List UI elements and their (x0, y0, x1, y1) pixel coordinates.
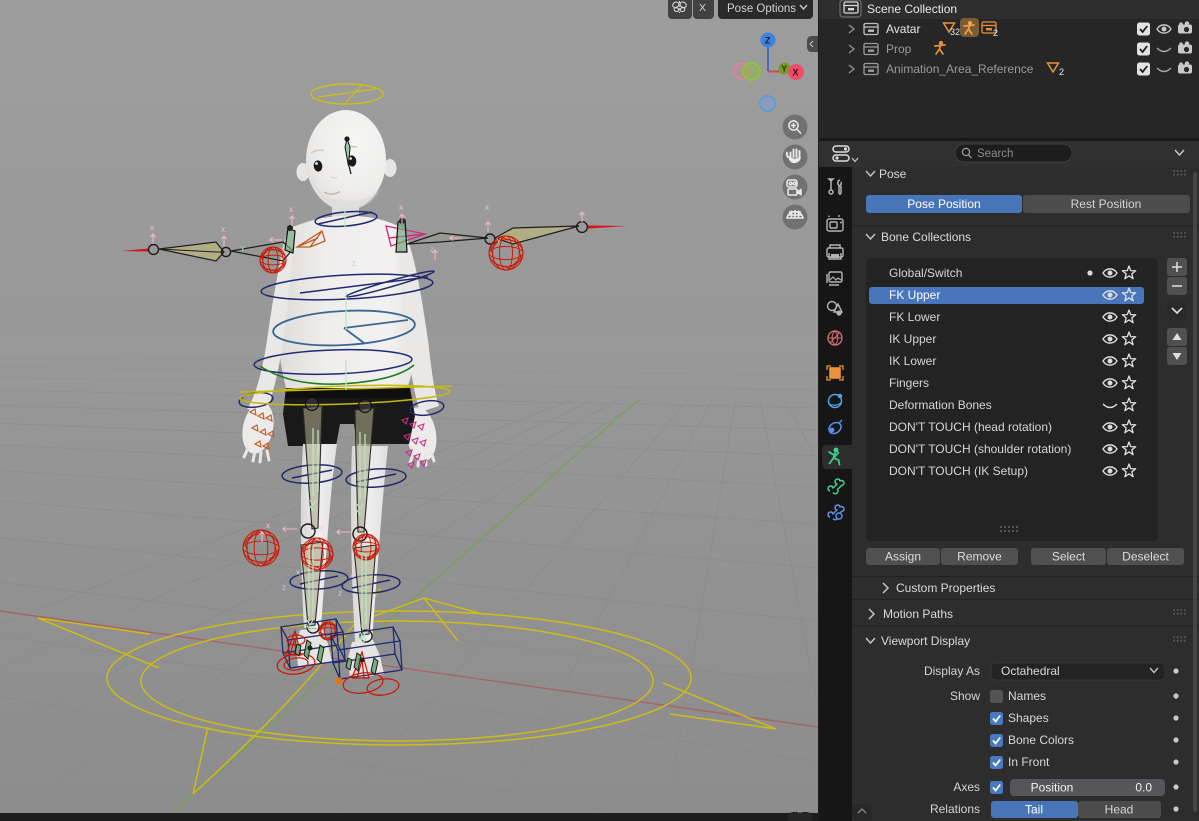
svg-text:Tail: Tail (1025, 803, 1043, 817)
svg-text:Y: Y (359, 635, 365, 644)
svg-text:z: z (352, 259, 356, 268)
svg-text:Display As: Display As (924, 664, 980, 678)
svg-text:2: 2 (1059, 67, 1064, 77)
svg-text:x: x (350, 571, 354, 580)
svg-text:Remove: Remove (957, 550, 1002, 564)
svg-text:DON'T TOUCH (head rotation): DON'T TOUCH (head rotation) (889, 420, 1052, 434)
svg-text:Y: Y (358, 509, 364, 518)
svg-text:Viewport Display: Viewport Display (881, 634, 970, 648)
svg-text:Select: Select (1052, 550, 1086, 564)
svg-text:Motion Paths: Motion Paths (883, 607, 953, 621)
svg-text:Rest Position: Rest Position (1071, 197, 1142, 211)
svg-text:FK Upper: FK Upper (889, 288, 940, 302)
svg-text:X: X (699, 2, 706, 14)
svg-text:Fingers: Fingers (889, 376, 929, 390)
svg-text:x: x (320, 523, 324, 532)
svg-text:x: x (266, 521, 270, 530)
svg-text:x: x (399, 203, 403, 212)
svg-text:Shapes: Shapes (1008, 711, 1049, 725)
svg-text:Octahedral: Octahedral (1001, 664, 1060, 678)
svg-text:Show: Show (950, 689, 980, 703)
svg-text:Search: Search (977, 148, 1013, 160)
svg-text:z: z (338, 589, 342, 598)
svg-text:32: 32 (950, 27, 960, 37)
svg-text:Names: Names (1008, 689, 1046, 703)
svg-text:x: x (485, 203, 489, 212)
svg-text:x: x (296, 568, 300, 577)
svg-text:DON'T TOUCH (shoulder rotation: DON'T TOUCH (shoulder rotation) (889, 442, 1071, 456)
svg-text:Y: Y (496, 237, 502, 246)
svg-text:Deformation Bones: Deformation Bones (889, 398, 992, 412)
svg-text:Deselect: Deselect (1122, 550, 1169, 564)
svg-text:x: x (289, 205, 293, 214)
svg-text:X: X (793, 68, 799, 78)
svg-text:Custom Properties: Custom Properties (896, 581, 995, 595)
svg-text:x: x (150, 223, 154, 232)
svg-text:Y: Y (240, 245, 246, 254)
svg-text:Animation_Area_Reference: Animation_Area_Reference (886, 62, 1034, 76)
svg-text:0.0: 0.0 (1135, 781, 1152, 795)
svg-text:DON'T TOUCH (IK Setup): DON'T TOUCH (IK Setup) (889, 464, 1028, 478)
svg-text:IK Upper: IK Upper (889, 332, 936, 346)
svg-text:Head: Head (1105, 803, 1134, 817)
svg-text:Avatar: Avatar (886, 22, 920, 36)
svg-text:Assign: Assign (885, 550, 921, 564)
svg-text:Y: Y (311, 505, 317, 514)
svg-text:Pose Position: Pose Position (907, 197, 980, 211)
svg-text:2: 2 (993, 28, 998, 38)
svg-text:Y: Y (782, 65, 788, 74)
svg-text:IK Lower: IK Lower (889, 354, 936, 368)
svg-text:Y: Y (306, 623, 312, 632)
svg-text:Bone Colors: Bone Colors (1008, 733, 1074, 747)
svg-text:Axes: Axes (953, 780, 980, 794)
svg-text:Pose: Pose (879, 167, 907, 181)
svg-text:Scene Collection: Scene Collection (867, 2, 957, 16)
svg-text:z: z (430, 245, 434, 254)
svg-text:Global/Switch: Global/Switch (889, 266, 962, 280)
svg-text:Position: Position (1031, 781, 1074, 795)
svg-text:Bone Collections: Bone Collections (881, 230, 971, 244)
svg-text:Pose Options: Pose Options (727, 3, 796, 15)
svg-text:Prop: Prop (886, 42, 912, 56)
svg-text:In Front: In Front (1008, 755, 1050, 769)
svg-text:FK Lower: FK Lower (889, 310, 940, 324)
svg-text:x: x (221, 225, 225, 234)
svg-text:Z: Z (765, 36, 771, 46)
svg-text:Relations: Relations (930, 802, 980, 816)
svg-text:z: z (282, 583, 286, 592)
